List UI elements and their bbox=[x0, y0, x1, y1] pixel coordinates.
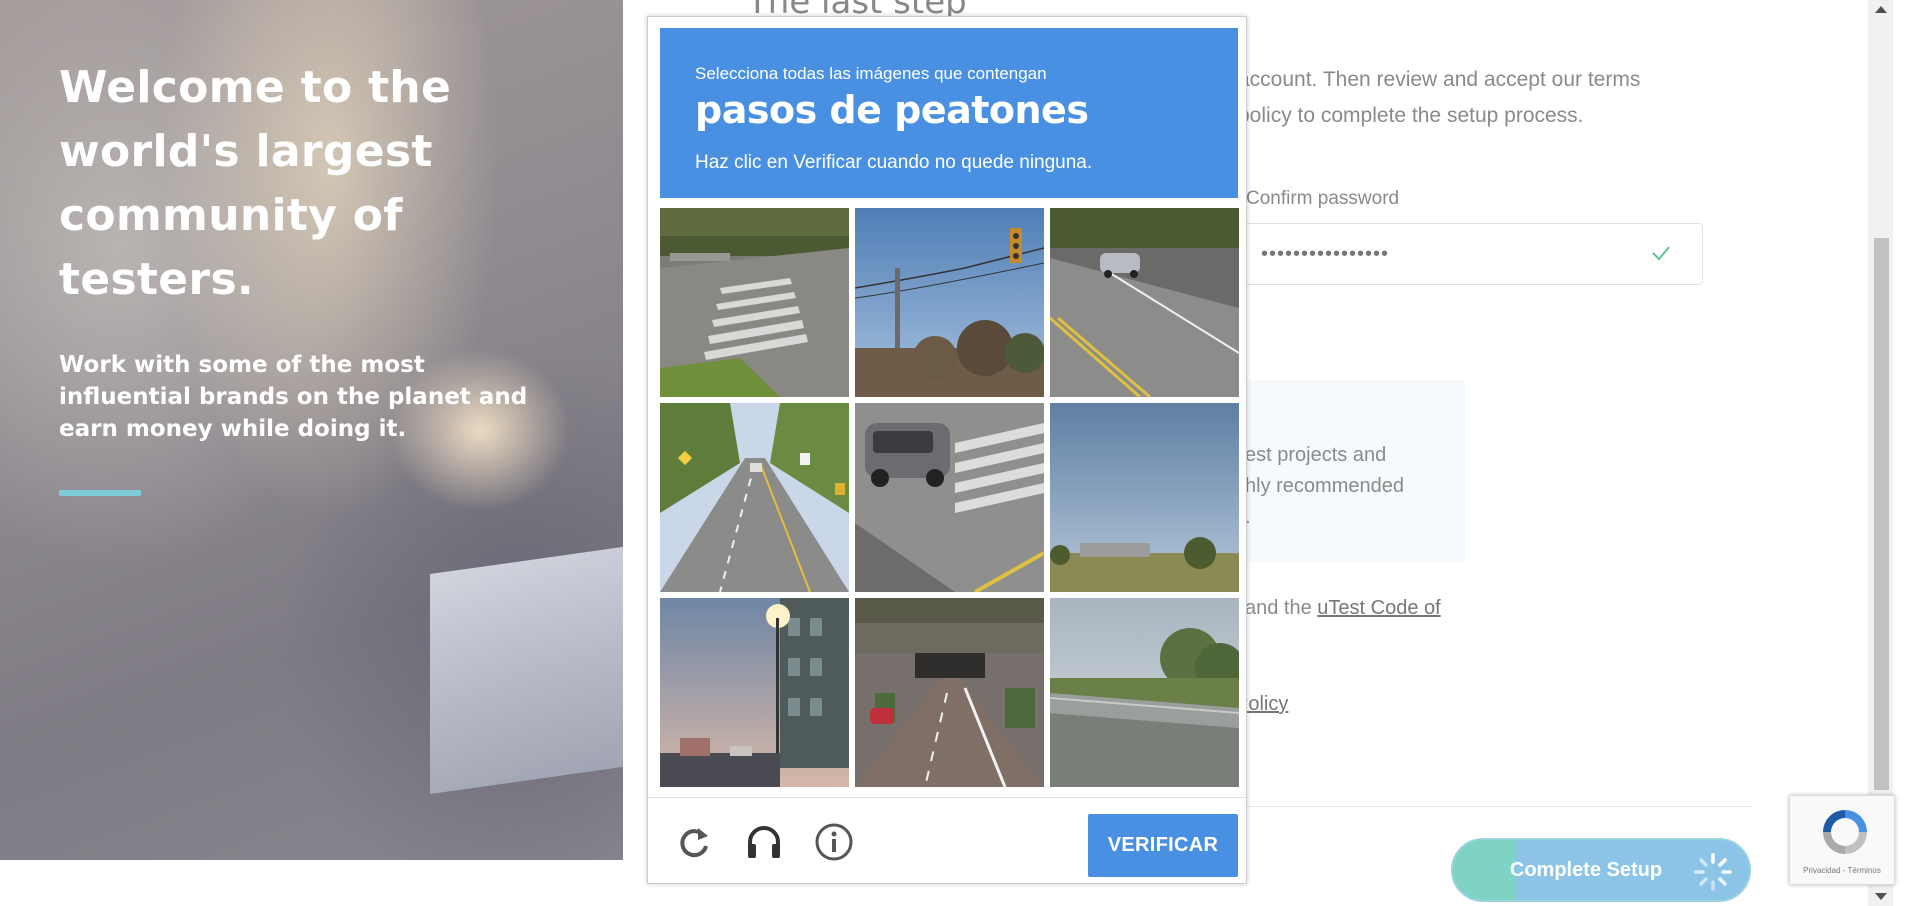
info-icon[interactable] bbox=[814, 822, 854, 862]
captcha-tile-3[interactable] bbox=[1050, 208, 1239, 397]
info-line-1: est projects and bbox=[1245, 444, 1387, 466]
intro-line-1: account. Then review and accept our term… bbox=[1238, 68, 1641, 91]
captcha-target: pasos de peatones bbox=[695, 88, 1089, 132]
captcha-image-grid bbox=[660, 208, 1240, 788]
intro-line-2: policy to complete the setup process. bbox=[1238, 104, 1584, 127]
info-text: est projects and hly recommended . bbox=[1245, 440, 1404, 533]
confirm-password-value: •••••••••••••••• bbox=[1261, 243, 1390, 265]
captcha-tile-9[interactable] bbox=[1050, 598, 1239, 787]
complete-setup-button[interactable]: Complete Setup bbox=[1451, 838, 1751, 902]
verify-button[interactable]: VERIFICAR bbox=[1088, 814, 1238, 877]
captcha-tile-7[interactable] bbox=[660, 598, 849, 787]
hero-panel: Welcome to the world's largest community… bbox=[0, 0, 623, 860]
scroll-thumb[interactable] bbox=[1874, 238, 1889, 790]
hero-accent-bar bbox=[59, 490, 141, 496]
complete-setup-label: Complete Setup bbox=[1509, 858, 1663, 881]
captcha-tile-8[interactable] bbox=[855, 598, 1044, 787]
terms-text: and the uTest Code of bbox=[1245, 597, 1441, 620]
headphones-icon[interactable] bbox=[744, 822, 784, 862]
captcha-tile-4[interactable] bbox=[660, 403, 849, 592]
captcha-tile-2[interactable] bbox=[855, 208, 1044, 397]
captcha-tile-5[interactable] bbox=[855, 403, 1044, 592]
captcha-header: Selecciona todas las imágenes que conten… bbox=[660, 28, 1238, 198]
check-icon bbox=[1652, 246, 1670, 261]
hero-headline: Welcome to the world's largest community… bbox=[59, 62, 452, 305]
code-of-conduct-link[interactable]: uTest Code of bbox=[1317, 597, 1440, 619]
reload-icon[interactable] bbox=[674, 822, 714, 862]
scroll-down-arrow-icon[interactable] bbox=[1875, 893, 1887, 900]
scroll-up-arrow-icon[interactable] bbox=[1875, 6, 1887, 13]
captcha-instruction: Selecciona todas las imágenes que conten… bbox=[695, 64, 1047, 83]
info-line-2: hly recommended bbox=[1245, 475, 1404, 497]
intro-text: account. Then review and accept our term… bbox=[1238, 62, 1758, 134]
captcha-tile-1[interactable] bbox=[660, 208, 849, 397]
hero-subtext: Work with some of the most influential b… bbox=[59, 352, 528, 442]
page-scrollbar[interactable] bbox=[1868, 0, 1893, 906]
recaptcha-badge-text[interactable]: Privacidad - Términos bbox=[1790, 866, 1894, 875]
recaptcha-logo-icon bbox=[1823, 810, 1867, 854]
info-line-3: . bbox=[1245, 506, 1251, 528]
divider bbox=[1213, 806, 1753, 807]
captcha-footer: VERIFICAR bbox=[648, 797, 1246, 884]
hero-image-detail bbox=[430, 545, 623, 795]
recaptcha-badge[interactable]: Privacidad - Términos bbox=[1789, 795, 1895, 885]
captcha-hint: Haz clic en Verificar cuando no quede ni… bbox=[695, 152, 1093, 173]
spinner-icon bbox=[1694, 853, 1732, 891]
terms-prefix: and the bbox=[1245, 597, 1318, 619]
captcha-tile-6[interactable] bbox=[1050, 403, 1239, 592]
confirm-password-field[interactable]: •••••••••••••••• bbox=[1213, 223, 1703, 285]
confirm-password-label: Confirm password bbox=[1246, 188, 1400, 209]
captcha-dialog: Selecciona todas las imágenes que conten… bbox=[647, 16, 1247, 884]
